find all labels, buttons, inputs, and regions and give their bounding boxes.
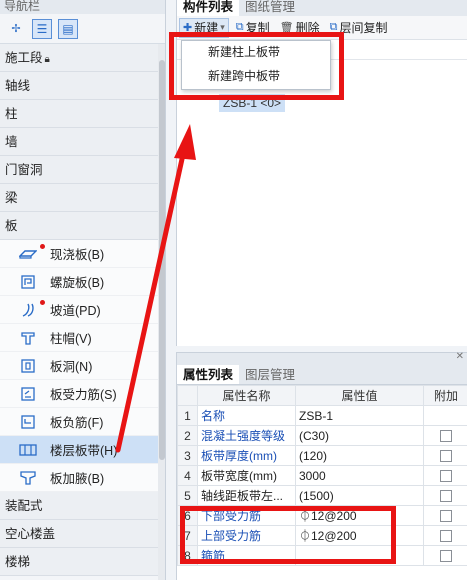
property-table-header: 属性名称 属性值 附加 [177, 385, 467, 406]
extra-checkbox[interactable] [440, 470, 452, 483]
new-badge-dot [40, 300, 45, 305]
pin-icon[interactable]: ✢ [6, 19, 26, 39]
extra-cell [423, 445, 467, 466]
nav-item-label: 坡道(PD) [50, 304, 101, 318]
nav-item-column-cap[interactable]: 柱帽(V) [0, 324, 158, 352]
slab-haunch-icon [18, 469, 38, 487]
nav-category-prefab[interactable]: 装配式 [0, 492, 158, 520]
slab-hole-icon [18, 357, 38, 375]
nav-category-slab[interactable]: 板 [0, 212, 158, 240]
property-tabs: 属性列表 图层管理 [177, 365, 467, 385]
property-name: 名称 [197, 405, 296, 426]
spiral-slab-icon [18, 273, 38, 291]
nav-item-slab-hole[interactable]: 板洞(N) [0, 352, 158, 380]
extra-cell [423, 405, 467, 426]
slab-rebar-icon [18, 385, 38, 403]
tab-property-list[interactable]: 属性列表 [177, 365, 240, 384]
extra-cell [423, 525, 467, 546]
tab-layer-management[interactable]: 图层管理 [239, 365, 301, 384]
tab-drawing-management[interactable]: 图纸管理 [239, 0, 301, 16]
property-name: 轴线距板带左... [197, 485, 296, 506]
extra-checkbox[interactable] [440, 510, 452, 523]
nav-category-axis[interactable]: 轴线 [0, 72, 158, 100]
nav-item-spiral-slab[interactable]: 螺旋板(B) [0, 268, 158, 296]
extra-cell [423, 505, 467, 526]
cast-slab-icon [18, 245, 38, 263]
property-row[interactable]: 4 板带宽度(mm) 3000 [177, 465, 467, 486]
property-row[interactable]: 1 名称 ZSB-1 [177, 405, 467, 426]
nav-item-label: 螺旋板(B) [50, 276, 105, 290]
lock-icon: 🔒︎ [44, 54, 50, 65]
nav-toolbar: ✢ ☰ ▤ [0, 14, 165, 44]
row-number: 1 [177, 405, 198, 426]
extra-checkbox[interactable] [440, 450, 452, 463]
extra-cell [423, 545, 467, 566]
nav-category-stairs[interactable]: 楼梯 [0, 548, 158, 576]
nav-item-slab-haunch[interactable]: 板加腋(B) [0, 464, 158, 492]
column-cap-icon [18, 329, 38, 347]
extra-checkbox[interactable] [440, 530, 452, 543]
extra-checkbox[interactable] [440, 430, 452, 443]
extra-checkbox[interactable] [440, 550, 452, 563]
floor-strip-icon [18, 441, 38, 459]
nav-item-slab-rebar[interactable]: 板受力筋(S) [0, 380, 158, 408]
row-number: 3 [177, 445, 198, 466]
property-row[interactable]: 2 混凝土强度等级 (C30) [177, 425, 467, 446]
nav-scroll-thumb[interactable] [159, 60, 165, 460]
nav-item-label: 板负筋(F) [50, 416, 104, 430]
nav-item-label: 楼层板带(H) [50, 444, 118, 458]
close-icon[interactable]: ✕ [456, 351, 464, 362]
property-value[interactable]: (1500) [295, 485, 424, 506]
property-row[interactable]: 5 轴线距板带左... (1500) [177, 485, 467, 506]
nav-scrollbar[interactable] [158, 44, 165, 580]
nav-item-label: 板洞(N) [50, 360, 93, 374]
ramp-icon [18, 301, 38, 319]
row-number: 2 [177, 425, 198, 446]
nav-title: 导航栏 [0, 0, 165, 14]
property-name: 板带厚度(mm) [197, 445, 296, 466]
extra-cell [423, 465, 467, 486]
nav-item-label: 板受力筋(S) [50, 388, 117, 402]
extra-checkbox[interactable] [440, 490, 452, 503]
nav-category-door-window[interactable]: 门窗洞 [0, 156, 158, 184]
property-name: 板带宽度(mm) [197, 465, 296, 486]
nav-category-beam[interactable]: 梁 [0, 184, 158, 212]
column-header-value: 属性值 [295, 385, 424, 406]
nav-item-floor-slab-strip[interactable]: 楼层板带(H) [0, 436, 158, 464]
nav-item-label: 现浇板(B) [50, 248, 105, 262]
detail-view-icon[interactable]: ▤ [58, 18, 78, 39]
row-number: 5 [177, 485, 198, 506]
property-row[interactable]: 3 板带厚度(mm) (120) [177, 445, 467, 466]
nav-category-construction[interactable]: 施工段 🔒︎ [0, 44, 158, 72]
extra-cell [423, 485, 467, 506]
nav-item-label: 柱帽(V) [50, 332, 92, 346]
new-badge-dot [40, 244, 45, 249]
property-value[interactable]: 3000 [295, 465, 424, 486]
slab-neg-rebar-icon [18, 413, 38, 431]
nav-item-cast-slab[interactable]: 现浇板(B) [0, 240, 158, 268]
column-header-extra: 附加 [423, 385, 467, 406]
annotation-box-rebar-rows [180, 506, 396, 564]
nav-category-column[interactable]: 柱 [0, 100, 158, 128]
tab-component-list[interactable]: 构件列表 [177, 0, 240, 16]
nav-category-hollow-floor[interactable]: 空心楼盖 [0, 520, 158, 548]
component-tabs: 构件列表 图纸管理 [177, 0, 467, 16]
extra-cell [423, 425, 467, 446]
nav-tree: 施工段 🔒︎ 轴线 柱 墙 门窗洞 梁 板 现浇板(B) 螺旋板(B) 坡道(PD… [0, 44, 158, 576]
property-name: 混凝土强度等级 [197, 425, 296, 446]
property-value[interactable]: (C30) [295, 425, 424, 446]
annotation-box-menu [169, 32, 344, 100]
property-value[interactable]: ZSB-1 [295, 405, 424, 426]
column-header-name: 属性名称 [197, 385, 296, 406]
list-view-icon[interactable]: ☰ [32, 18, 52, 39]
row-number: 4 [177, 465, 198, 486]
nav-item-ramp[interactable]: 坡道(PD) [0, 296, 158, 324]
nav-item-label: 板加腋(B) [50, 472, 105, 486]
nav-category-wall[interactable]: 墙 [0, 128, 158, 156]
property-header-bar: ✕ [177, 351, 467, 365]
property-value[interactable]: (120) [295, 445, 424, 466]
nav-item-slab-negative-rebar[interactable]: 板负筋(F) [0, 408, 158, 436]
navigation-panel: 导航栏 ✢ ☰ ▤ 施工段 🔒︎ 轴线 柱 墙 门窗洞 梁 板 现浇板(B) 螺旋… [0, 0, 166, 580]
